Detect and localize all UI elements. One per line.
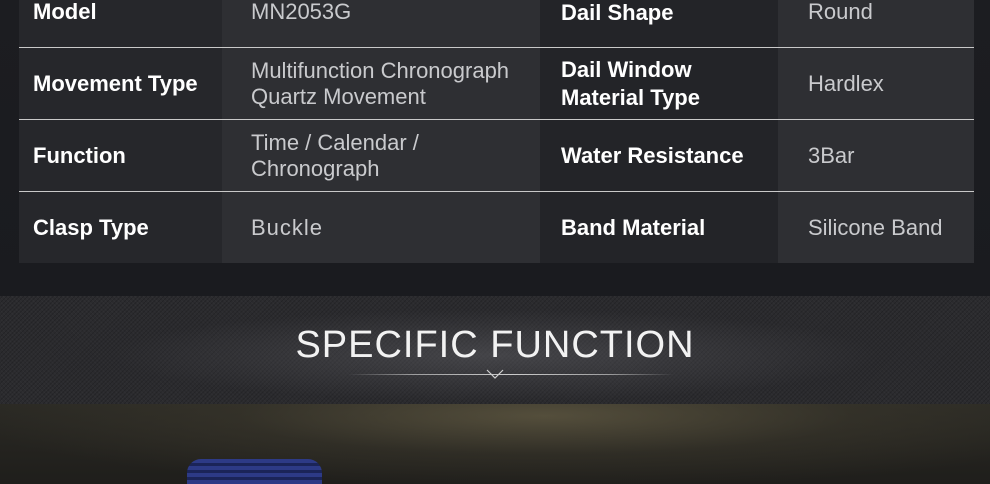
section-banner: SPECIFIC FUNCTION [0, 296, 990, 404]
spec-key: Model [19, 0, 222, 47]
spec-row: Model MN2053G Dail Shape Round [19, 0, 974, 47]
spec-value: MN2053G [222, 0, 540, 47]
product-photo [0, 404, 990, 484]
watch-image [187, 459, 322, 484]
spec-value-label: Hardlex [808, 70, 884, 96]
chevron-down-icon [486, 369, 504, 379]
spec-key: Dail Window Material Type [540, 48, 778, 119]
section-title: SPECIFIC FUNCTION [295, 324, 695, 366]
spec-key-label: Dail Shape [561, 0, 674, 25]
spec-row: Clasp Type Buckle Band Material Silicone… [19, 192, 974, 263]
spec-value-label: MN2053G [251, 0, 352, 24]
spec-key: Movement Type [19, 48, 222, 119]
spec-key-label: Clasp Type [33, 214, 149, 240]
spec-key-label: Water Resistance [561, 142, 744, 168]
spec-value-label: Multifunction Chronograph Quartz Movemen… [251, 57, 510, 109]
spec-key-label: Movement Type [33, 70, 198, 96]
spec-value: Silicone Band [778, 192, 974, 263]
spec-value: Multifunction Chronograph Quartz Movemen… [222, 48, 540, 119]
spec-row: Function Time / Calendar / Chronograph W… [19, 120, 974, 191]
spec-key-label: Band Material [561, 214, 706, 240]
title-underline [348, 374, 674, 375]
spec-key: Water Resistance [540, 120, 778, 191]
spec-key: Clasp Type [19, 192, 222, 263]
spec-value: 3Bar [778, 120, 974, 191]
spec-value-label: Silicone Band [808, 214, 943, 240]
spec-value-label: 3Bar [808, 142, 855, 168]
spec-key: Band Material [540, 192, 778, 263]
spec-key-label: Model [33, 0, 97, 24]
spec-key-label: Dail Window Material Type [561, 56, 700, 110]
spec-table: Model MN2053G Dail Shape Round Movement … [19, 0, 974, 263]
spec-value-label: Round [808, 0, 873, 24]
spec-key: Dail Shape [540, 0, 778, 47]
spec-value-label: Time / Calendar / Chronograph [251, 129, 419, 181]
spec-value: Time / Calendar / Chronograph [222, 120, 540, 191]
spec-row: Movement Type Multifunction Chronograph … [19, 48, 974, 119]
spec-value: Buckle [222, 192, 540, 263]
spec-value: Hardlex [778, 48, 974, 119]
spec-section: Model MN2053G Dail Shape Round Movement … [0, 0, 990, 296]
spec-value: Round [778, 0, 974, 47]
spec-key-label: Function [33, 142, 126, 168]
spec-value-label: Buckle [251, 214, 324, 240]
spec-key: Function [19, 120, 222, 191]
